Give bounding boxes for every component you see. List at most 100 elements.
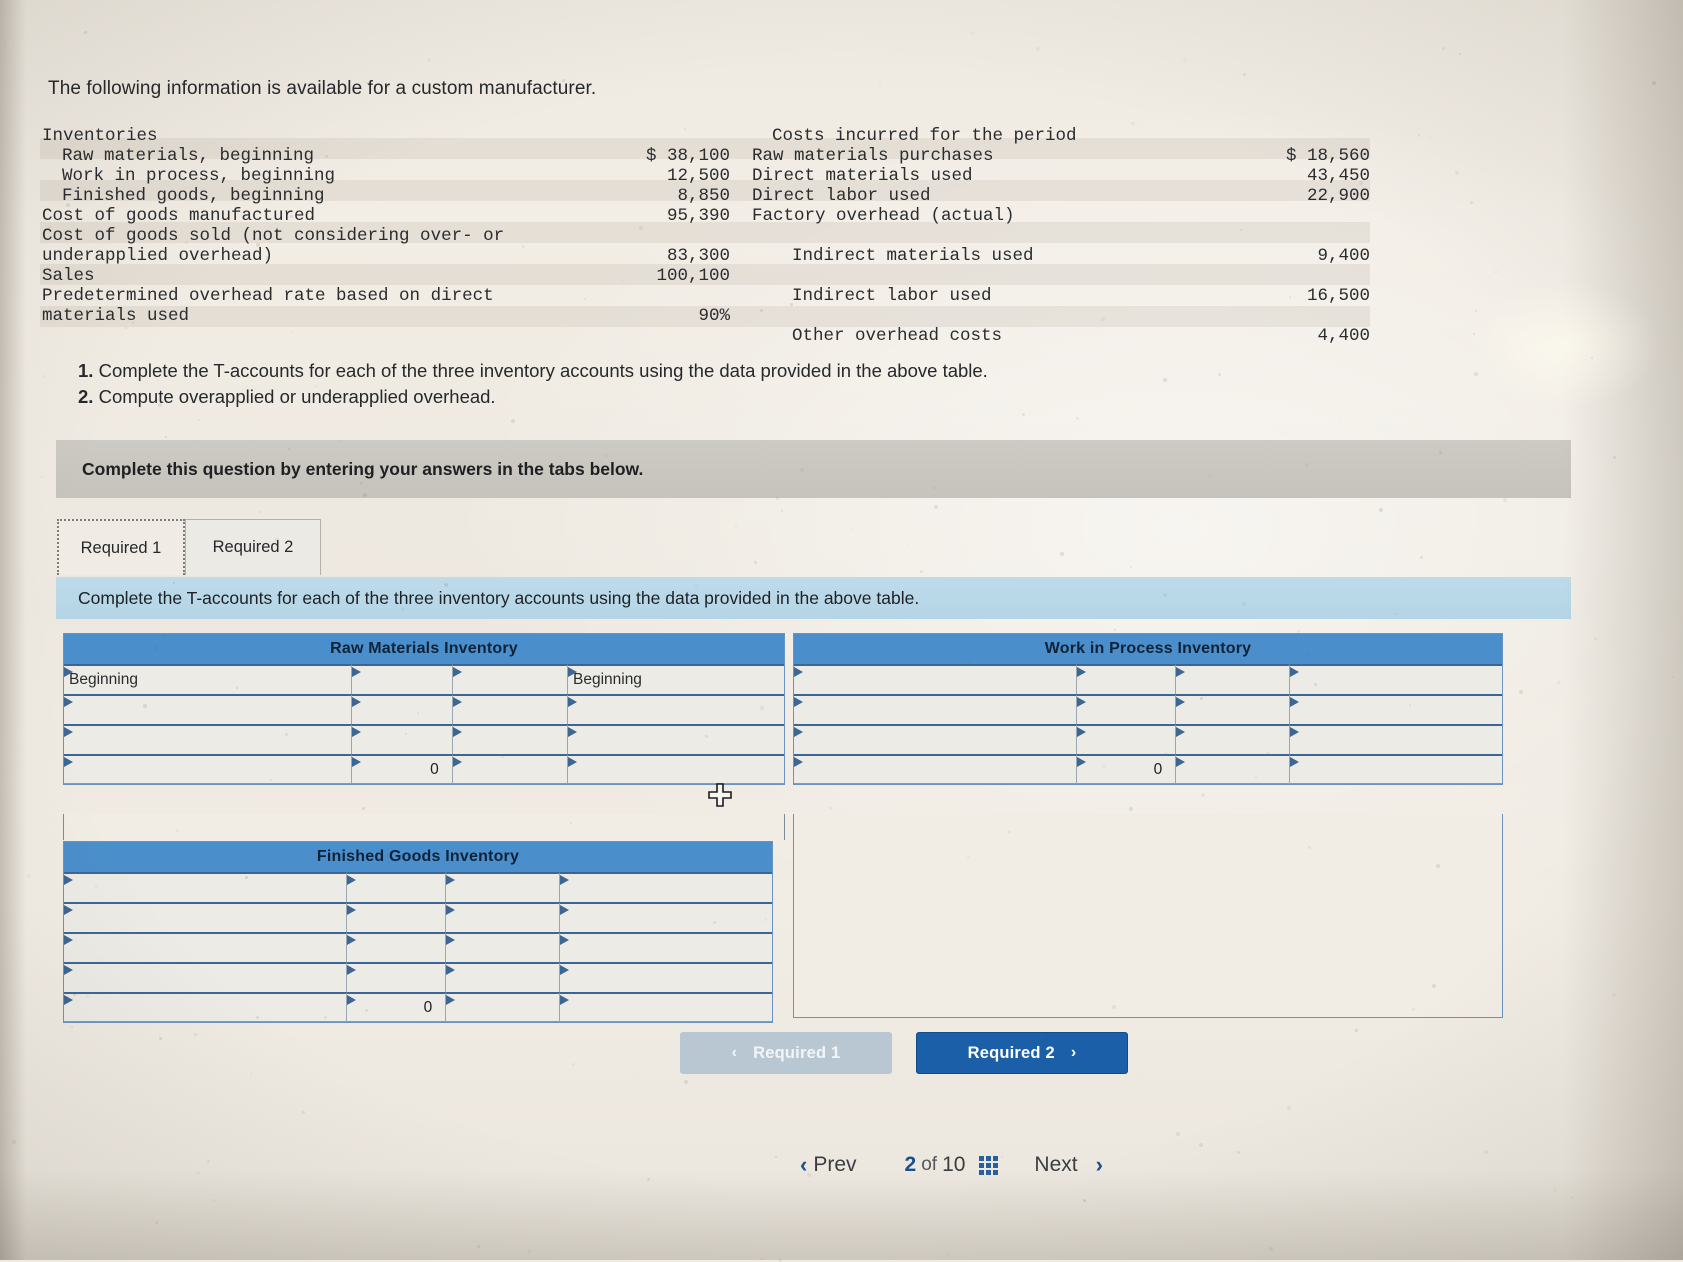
taccount-input-cell[interactable] (1176, 664, 1290, 694)
next-page-button[interactable]: Next (1034, 1153, 1077, 1177)
work-in-process-inventory-title: Work in Process Inventory (794, 634, 1502, 664)
taccount-input-cell[interactable] (64, 754, 352, 784)
taccount-input-cell[interactable] (1176, 754, 1290, 784)
taccount-input-cell[interactable] (446, 962, 560, 992)
instruction-text: Complete the T-accounts for each of the … (98, 360, 988, 381)
taccount-input-cell[interactable] (64, 932, 348, 962)
left-table-row: Predetermined overhead rate based on dir… (40, 286, 730, 306)
right-table-row: Other overhead costs 4,400 (792, 326, 1370, 346)
taccount-input-cell[interactable] (446, 992, 560, 1022)
taccount-cell-value: 0 (1153, 760, 1163, 778)
left-table-value: 8,850 (677, 186, 730, 206)
tab-instruction-strip: Complete the T-accounts for each of the … (56, 577, 1571, 619)
prev-page-chevron-icon[interactable]: ‹ (800, 1152, 807, 1178)
taccount-raw-materials-inventory: Raw Materials Inventory Beginning Beginnin… (63, 633, 785, 785)
right-table-row: Indirect materials used 9,400 (792, 246, 1370, 266)
taccount-input-cell[interactable] (64, 962, 348, 992)
taccount-input-cell[interactable] (794, 724, 1078, 754)
taccount-input-cell[interactable] (347, 902, 447, 932)
chevron-left-icon: ‹ (731, 1044, 738, 1061)
taccount-input-cell[interactable] (794, 694, 1078, 724)
taccount-input-cell[interactable] (559, 902, 772, 932)
taccount-input-cell[interactable]: Beginning (567, 664, 784, 694)
right-table-value: 9,400 (1317, 246, 1370, 266)
next-page-chevron-icon[interactable]: › (1096, 1152, 1103, 1178)
taccount-row: 0 (64, 754, 784, 784)
taccount-row (794, 724, 1502, 754)
taccount-input-cell[interactable] (1176, 694, 1290, 724)
total-page-count: 10 (942, 1153, 966, 1176)
taccount-input-cell[interactable] (352, 724, 453, 754)
right-table-spacer (730, 266, 1370, 286)
left-table-row: Work in process, beginning 12,500 (62, 166, 730, 186)
taccount-cell-label: Beginning (572, 671, 642, 688)
taccount-input-cell[interactable] (1176, 724, 1290, 754)
taccount-cell-label: Beginning (69, 671, 138, 688)
taccount-input-cell[interactable] (64, 902, 348, 932)
taccount-row (64, 902, 772, 932)
taccount-input-cell[interactable] (1077, 724, 1177, 754)
taccount-input-cell[interactable] (64, 724, 352, 754)
right-table-row: Raw materials purchases $ 18,560 (752, 146, 1370, 166)
taccount-input-cell[interactable] (452, 754, 568, 784)
taccount-input-cell[interactable] (567, 754, 784, 784)
taccount-input-cell[interactable] (1077, 694, 1177, 724)
required-1-prev-button[interactable]: ‹ Required 1 (680, 1032, 892, 1074)
left-table-header: Inventories (42, 126, 158, 146)
taccount-input-cell[interactable] (347, 962, 447, 992)
taccount-input-cell[interactable] (1289, 754, 1502, 784)
taccount-input-cell[interactable] (1289, 664, 1502, 694)
taccount-input-cell[interactable] (446, 872, 560, 902)
finished-goods-inventory-title: Finished Goods Inventory (64, 842, 772, 872)
taccount-input-cell[interactable] (567, 694, 784, 724)
left-table-row: underapplied overhead) 83,300 (42, 246, 730, 266)
left-table-value (600, 286, 730, 306)
instruction-item: 2. Compute overapplied or underapplied o… (78, 386, 1138, 408)
info-table-right-column: Costs incurred for the period Raw materia… (730, 126, 1370, 346)
tab-required-1[interactable]: Required 1 (57, 519, 185, 575)
work-in-process-table-body-fill (793, 814, 1503, 1018)
taccount-input-cell[interactable] (446, 902, 560, 932)
left-table-value: 95,390 (666, 206, 730, 226)
taccount-input-cell[interactable] (452, 694, 568, 724)
taccount-input-cell[interactable] (1077, 664, 1177, 694)
taccount-input-cell[interactable] (347, 932, 447, 962)
right-table-row: Direct materials used 43,450 (752, 166, 1370, 186)
taccount-row (64, 962, 772, 992)
taccount-input-cell[interactable] (559, 932, 772, 962)
taccount-input-cell[interactable] (794, 754, 1078, 784)
right-table-value: 43,450 (1306, 166, 1370, 186)
left-table-value: 90% (698, 306, 730, 326)
taccount-input-cell[interactable]: 0 (1077, 754, 1177, 784)
taccount-input-cell[interactable] (452, 724, 568, 754)
crosshair-cursor-icon (708, 783, 732, 807)
tab-required-2[interactable]: Required 2 (185, 519, 321, 575)
right-table-value: 16,500 (1306, 286, 1370, 306)
taccount-input-cell[interactable]: Beginning (64, 664, 352, 694)
prev-page-button[interactable]: Prev (813, 1153, 856, 1177)
taccount-input-cell[interactable] (559, 962, 772, 992)
taccount-row (64, 932, 772, 962)
taccount-input-cell[interactable]: 0 (347, 992, 447, 1022)
grid-icon[interactable] (979, 1155, 999, 1175)
taccount-input-cell[interactable] (1289, 694, 1502, 724)
taccount-input-cell[interactable] (64, 694, 352, 724)
taccount-input-cell[interactable] (794, 664, 1078, 694)
taccount-input-cell[interactable] (559, 872, 772, 902)
right-table-spacer (730, 306, 1370, 326)
taccount-input-cell[interactable] (352, 664, 453, 694)
taccount-input-cell[interactable] (559, 992, 772, 1022)
taccount-input-cell[interactable] (567, 724, 784, 754)
taccount-input-cell[interactable] (446, 932, 560, 962)
taccount-input-cell[interactable] (347, 872, 447, 902)
required-2-next-button[interactable]: Required 2 › (916, 1032, 1128, 1074)
intro-text: The following information is available f… (48, 78, 597, 99)
taccount-input-cell[interactable]: 0 (352, 754, 453, 784)
taccount-input-cell[interactable] (64, 992, 348, 1022)
left-table-value: $ 38,100 (645, 146, 730, 166)
taccount-input-cell[interactable] (1289, 724, 1502, 754)
raw-materials-table-gap (63, 814, 785, 840)
taccount-input-cell[interactable] (452, 664, 568, 694)
taccount-input-cell[interactable] (352, 694, 453, 724)
taccount-input-cell[interactable] (64, 872, 348, 902)
